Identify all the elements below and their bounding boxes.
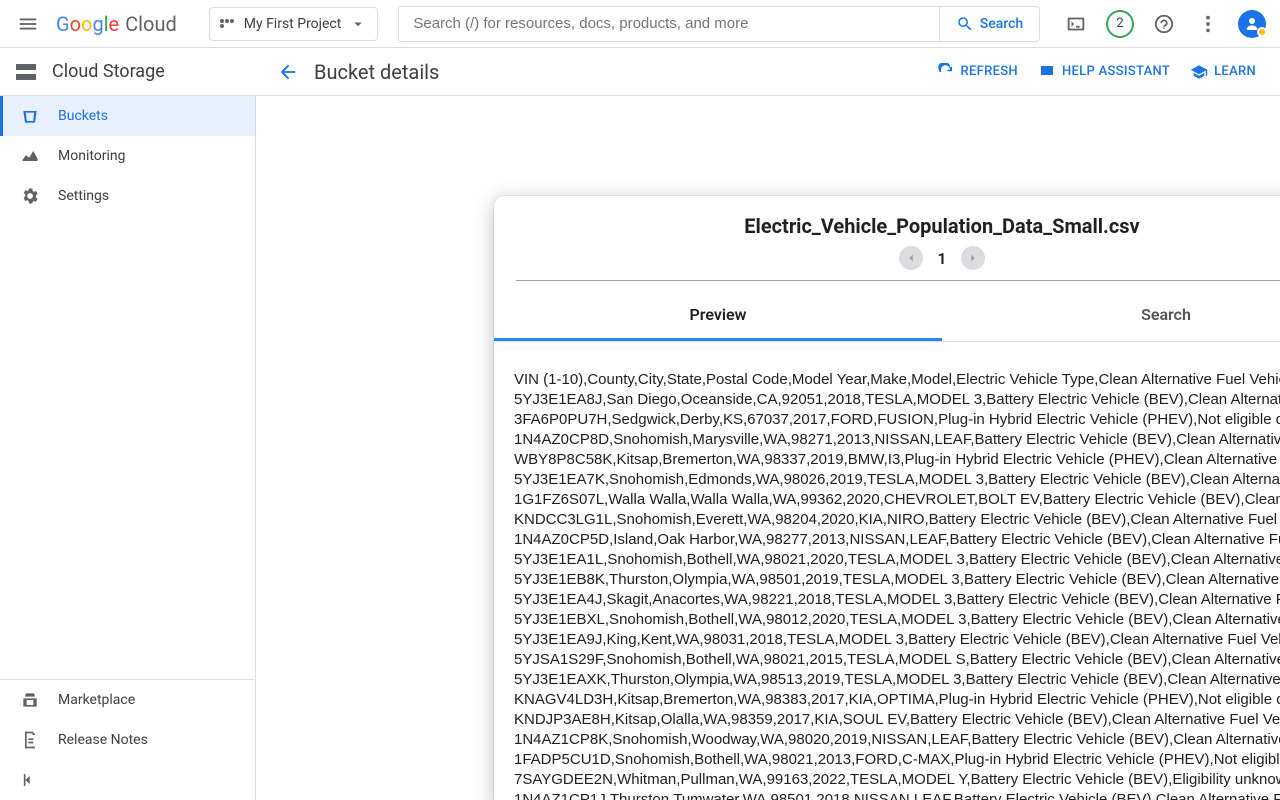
google-cloud-logo[interactable]: Google Cloud xyxy=(56,12,177,36)
csv-line: 5YJ3E1EAXK,Thurston,Olympia,WA,98513,201… xyxy=(514,670,1280,690)
tab-search[interactable]: Search xyxy=(942,291,1280,341)
csv-line: VIN (1-10),County,City,State,Postal Code… xyxy=(514,370,1280,390)
marketplace-icon xyxy=(20,690,40,710)
csv-line: 5YJ3E1EA8J,San Diego,Oceanside,CA,92051,… xyxy=(514,390,1280,410)
release-notes-icon xyxy=(20,730,40,750)
notifications-badge[interactable]: 2 xyxy=(1100,4,1140,44)
sidebar-item-label: Marketplace xyxy=(58,692,135,708)
sidebar-footer: Marketplace Release Notes xyxy=(0,679,255,800)
storage-icon xyxy=(14,60,38,84)
csv-line: 3FA6P0PU7H,Sedgwick,Derby,KS,67037,2017,… xyxy=(514,410,1280,430)
modal-header: x Electric_Vehicle_Population_Data_Small… xyxy=(494,196,1280,291)
bucket-icon xyxy=(20,106,40,126)
csv-line: 1FADP5CU1D,Snohomish,Bothell,WA,98021,20… xyxy=(514,750,1280,770)
csv-line: 1N4AZ1CP8K,Snohomish,Woodway,WA,98020,20… xyxy=(514,730,1280,750)
monitoring-icon xyxy=(20,146,40,166)
subbar: Cloud Storage Bucket details REFRESH HEL… xyxy=(0,48,1280,96)
csv-line: 5YJ3E1EB8K,Thurston,Olympia,WA,98501,201… xyxy=(514,570,1280,590)
csv-line: KNDJP3AE8H,Kitsap,Olalla,WA,98359,2017,K… xyxy=(514,710,1280,730)
sidebar-item-monitoring[interactable]: Monitoring xyxy=(0,136,255,176)
modal-title: Electric_Vehicle_Population_Data_Small.c… xyxy=(516,214,1280,238)
gear-icon xyxy=(20,186,40,206)
file-preview-modal: x Electric_Vehicle_Population_Data_Small… xyxy=(494,196,1280,800)
csv-line: 7SAYGDEE2N,Whitman,Pullman,WA,99163,2022… xyxy=(514,770,1280,790)
csv-line: KNDCC3LG1L,Snohomish,Everett,WA,98204,20… xyxy=(514,510,1280,530)
collapse-sidebar-icon[interactable] xyxy=(0,760,255,800)
next-page-icon[interactable] xyxy=(961,246,985,270)
sidebar-item-settings[interactable]: Settings xyxy=(0,176,255,216)
sidebar-item-release-notes[interactable]: Release Notes xyxy=(0,720,255,760)
sidebar-item-buckets[interactable]: Buckets xyxy=(0,96,255,136)
csv-line: 1N4AZ1CP1J,Thurston,Tumwater,WA,98501,20… xyxy=(514,790,1280,800)
sub-actions: REFRESH HELP ASSISTANT LEARN xyxy=(937,63,1256,81)
csv-line: KNAGV4LD3H,Kitsap,Bremerton,WA,98383,201… xyxy=(514,690,1280,710)
back-arrow-icon[interactable] xyxy=(268,52,308,92)
hamburger-menu-icon[interactable] xyxy=(8,4,48,44)
csv-line: WBY8P8C58K,Kitsap,Bremerton,WA,98337,201… xyxy=(514,450,1280,470)
page-title: Bucket details xyxy=(314,60,439,84)
project-name: My First Project xyxy=(244,16,342,32)
global-search: Search xyxy=(398,6,1040,42)
sub-content: Bucket details REFRESH HELP ASSISTANT LE… xyxy=(256,52,1280,92)
sidebar-item-label: Monitoring xyxy=(58,148,126,164)
sidebar: Buckets Monitoring Settings Marketplace … xyxy=(0,96,256,800)
csv-line: 5YJ3E1EA7K,Snohomish,Edmonds,WA,98026,20… xyxy=(514,470,1280,490)
prev-page-icon[interactable] xyxy=(899,246,923,270)
search-button[interactable]: Search xyxy=(939,7,1039,41)
csv-line: 1N4AZ0CP5D,Island,Oak Harbor,WA,98277,20… xyxy=(514,530,1280,550)
pager: 1 xyxy=(516,246,1280,270)
account-avatar[interactable] xyxy=(1232,4,1272,44)
sidebar-item-label: Buckets xyxy=(58,108,108,124)
body: Buckets Monitoring Settings Marketplace … xyxy=(0,96,1280,800)
sidebar-item-label: Settings xyxy=(58,188,109,204)
cloud-shell-icon[interactable] xyxy=(1056,4,1096,44)
csv-line: 1N4AZ0CP8D,Snohomish,Marysville,WA,98271… xyxy=(514,430,1280,450)
tab-preview[interactable]: Preview xyxy=(494,291,942,341)
refresh-button[interactable]: REFRESH xyxy=(937,63,1018,81)
csv-line: 5YJSA1S29F,Snohomish,Bothell,WA,98021,20… xyxy=(514,650,1280,670)
modal-tabs: Preview Search xyxy=(494,291,1280,342)
more-vert-icon[interactable] xyxy=(1188,4,1228,44)
sidebar-item-label: Release Notes xyxy=(58,732,148,748)
csv-line: 5YJ3E1EA4J,Skagit,Anacortes,WA,98221,201… xyxy=(514,590,1280,610)
help-assistant-button[interactable]: HELP ASSISTANT xyxy=(1038,63,1170,81)
csv-line: 5YJ3E1EA9J,King,Kent,WA,98031,2018,TESLA… xyxy=(514,630,1280,650)
csv-line: 5YJ3E1EBXL,Snohomish,Bothell,WA,98012,20… xyxy=(514,610,1280,630)
search-input[interactable] xyxy=(399,15,939,32)
search-button-label: Search xyxy=(980,16,1023,32)
topbar-actions: 2 xyxy=(1056,4,1272,44)
sidebar-item-marketplace[interactable]: Marketplace xyxy=(0,680,255,720)
learn-button[interactable]: LEARN xyxy=(1190,63,1256,81)
main-area: PORTS NEW deleted data P 31:05 AM N :00 … xyxy=(256,96,1280,800)
help-icon[interactable] xyxy=(1144,4,1184,44)
project-picker[interactable]: My First Project xyxy=(209,7,379,41)
preview-pane[interactable]: VIN (1-10),County,City,State,Postal Code… xyxy=(494,342,1280,800)
csv-content: VIN (1-10),County,City,State,Postal Code… xyxy=(514,370,1280,800)
topbar: Google Cloud My First Project Search 2 xyxy=(0,0,1280,48)
product-label: Cloud Storage xyxy=(0,60,256,84)
csv-line: 5YJ3E1EA1L,Snohomish,Bothell,WA,98021,20… xyxy=(514,550,1280,570)
page-number: 1 xyxy=(937,249,946,268)
csv-line: 1G1FZ6S07L,Walla Walla,Walla Walla,WA,99… xyxy=(514,490,1280,510)
